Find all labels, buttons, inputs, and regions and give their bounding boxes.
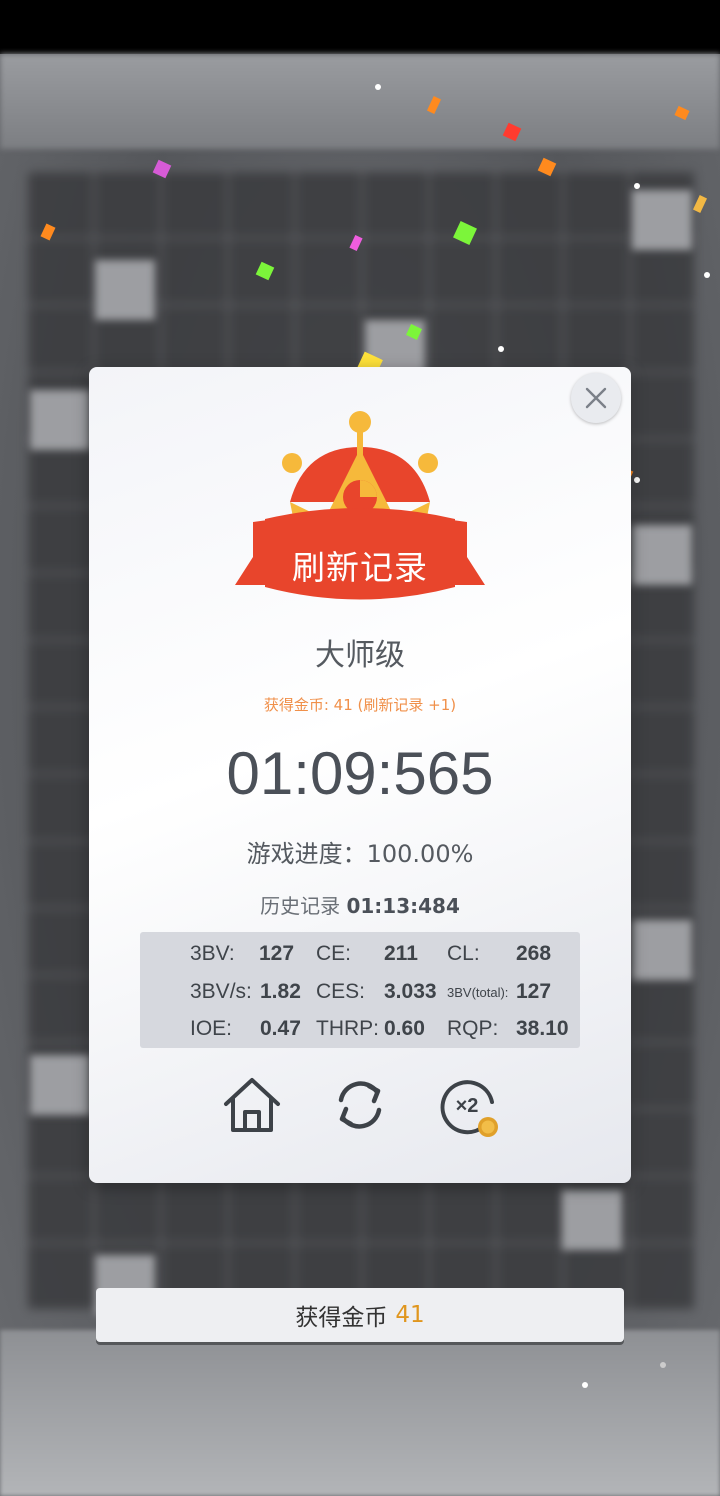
board-cell [30, 1055, 90, 1115]
stat-label: THRP: [316, 1017, 379, 1040]
refresh-icon [338, 1081, 382, 1129]
sparkle [375, 84, 381, 90]
sparkle [498, 346, 504, 352]
sparkle [660, 1362, 666, 1368]
stat-value: 0.47 [260, 1017, 301, 1040]
home-button[interactable] [221, 1074, 283, 1136]
sparkle [704, 272, 710, 278]
history-record: 历史记录 01:13:484 [89, 890, 631, 919]
stat-label: CES: [316, 980, 366, 1003]
stat-label: 3BV(total): [447, 985, 509, 1000]
game-progress: 游戏进度：100.00% [246, 840, 474, 868]
stat-label: IOE: [190, 1017, 233, 1040]
claim-coins-button[interactable]: 获得金币 41 [96, 1288, 624, 1342]
stat-value: 1.82 [260, 980, 301, 1003]
record-badge-label: 刷新记录 [292, 548, 428, 587]
board-cell [632, 920, 692, 980]
home-icon [224, 1078, 280, 1132]
claim-coins-amount: 41 [395, 1302, 425, 1328]
stat-value: 127 [516, 980, 552, 1003]
board-cell [95, 260, 155, 320]
board-cell [632, 525, 692, 585]
restart-button[interactable] [329, 1074, 391, 1136]
sparkle [634, 183, 640, 189]
stat-value: 127 [259, 942, 295, 965]
game-toolbar-blurred [0, 54, 720, 149]
stats-panel: 3BV: 127 CE: 211 CL: 268 3BV/s: 1.82 CES… [140, 932, 580, 1048]
stat-label: CE: [316, 942, 352, 965]
stat-label: 3BV/s: [190, 980, 252, 1003]
status-bar [0, 0, 720, 54]
board-cell [632, 190, 692, 250]
stat-value: 3.033 [384, 980, 437, 1003]
history-value: 01:13:484 [346, 894, 460, 918]
claim-coins-label: 获得金币 [295, 1305, 388, 1331]
double-coins-button[interactable]: ×2 [437, 1074, 503, 1137]
sparkle [634, 477, 640, 483]
close-button[interactable] [571, 373, 621, 423]
difficulty-level: 大师级 [315, 638, 405, 673]
close-icon [585, 387, 607, 409]
stat-label: RQP: [447, 1017, 499, 1040]
result-dialog: 刷新记录 大师级 获得金币: 41 (刷新记录 +1) 01:09:565 游戏… [89, 367, 631, 1183]
stat-value: 0.60 [384, 1017, 425, 1040]
board-cell [30, 390, 90, 450]
elapsed-time: 01:09:565 [226, 740, 494, 807]
bottom-area [0, 1330, 720, 1496]
stat-value: 268 [516, 942, 552, 965]
coins-earned-text: 获得金币: 41 (刷新记录 +1) [263, 696, 457, 714]
stat-label: 3BV: [190, 942, 235, 965]
x2-coin-icon: ×2 [440, 1080, 498, 1137]
stat-value: 38.10 [516, 1017, 569, 1040]
stat-label: CL: [447, 942, 480, 965]
history-label: 历史记录 [260, 894, 341, 918]
board-cell [562, 1190, 622, 1250]
x2-label: ×2 [456, 1095, 479, 1117]
stat-value: 211 [384, 942, 418, 965]
action-buttons: ×2 [89, 1074, 631, 1144]
sparkle [582, 1382, 588, 1388]
